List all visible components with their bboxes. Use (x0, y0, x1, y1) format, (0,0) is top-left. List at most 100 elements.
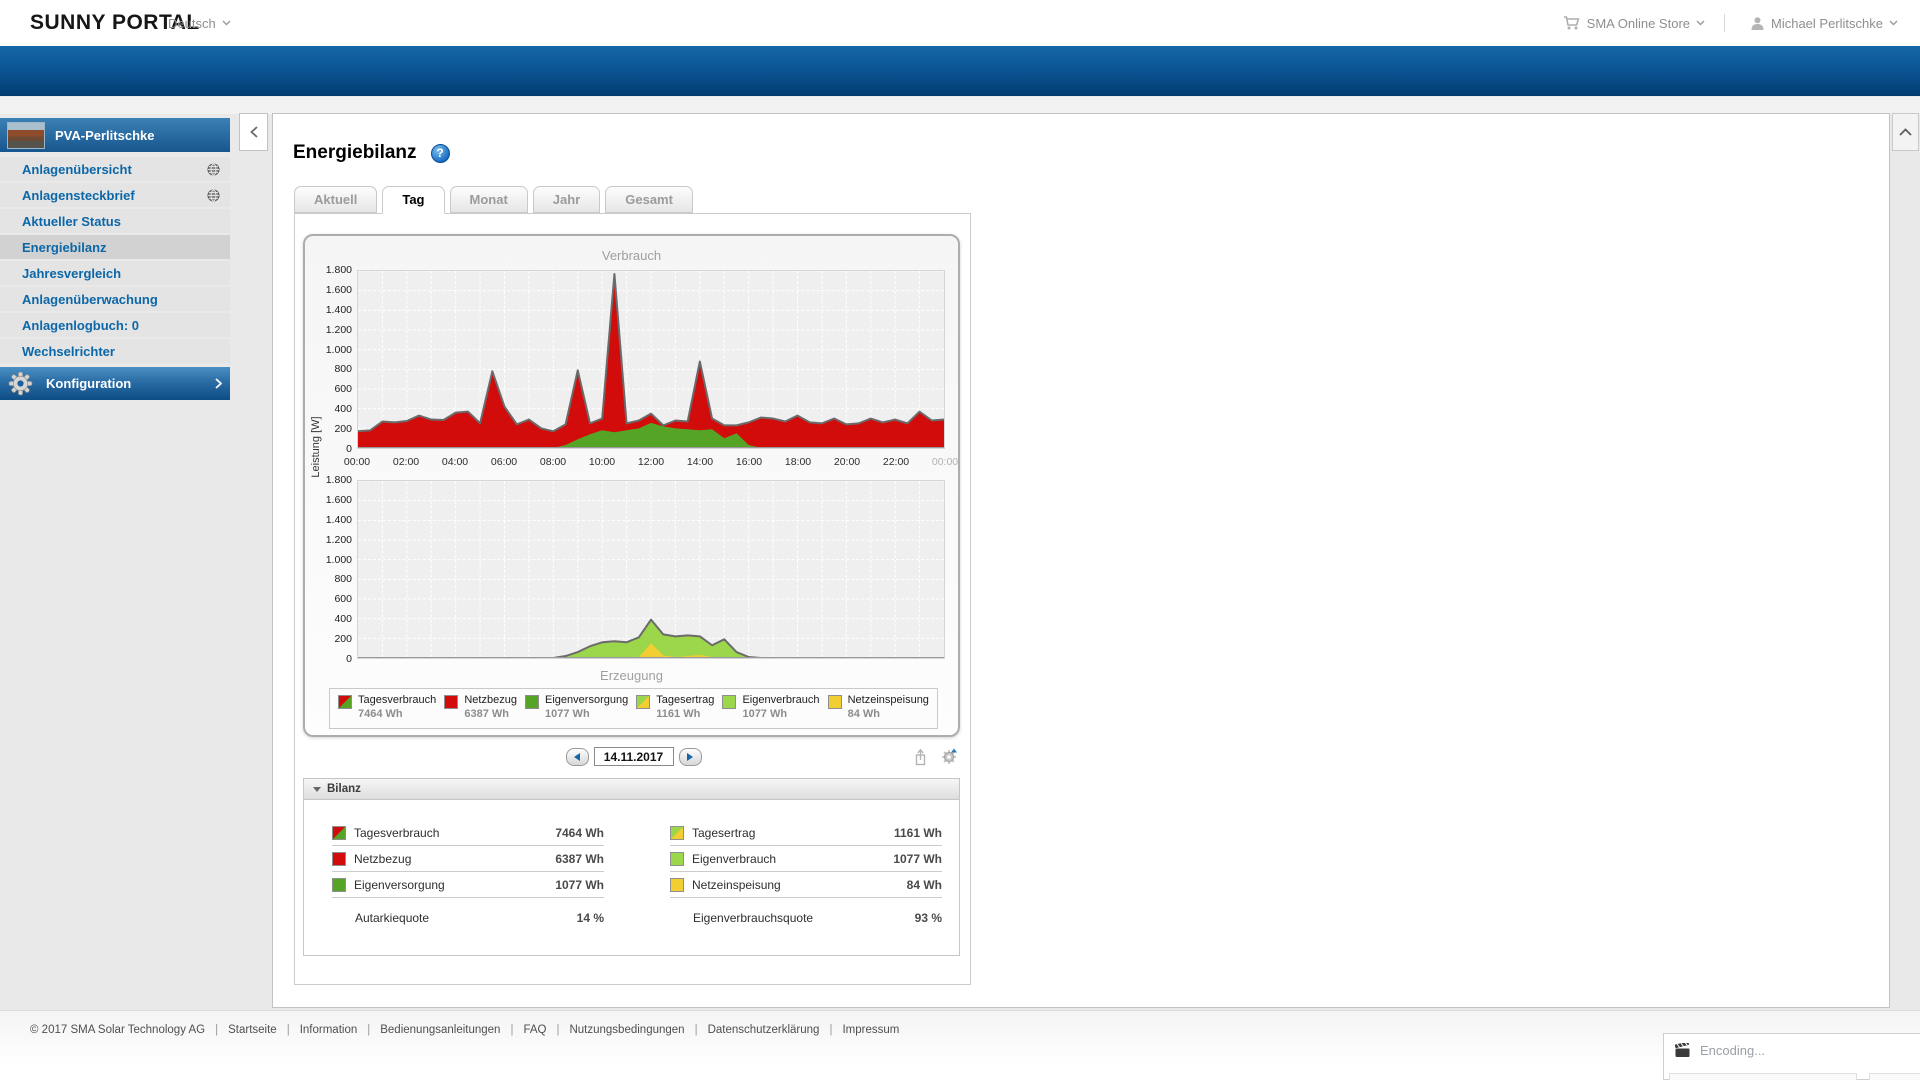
footer-link-bedienungsanleitungen[interactable]: Bedienungsanleitungen (380, 1024, 500, 1036)
language-select[interactable]: Deutsch (168, 0, 231, 46)
date-input[interactable] (593, 747, 674, 766)
encoding-label: Encoding... (1700, 1043, 1766, 1058)
legend-swatch (722, 695, 737, 709)
sidebar: PVA-Perlitschke Anlagenübersicht Anlagens… (0, 114, 230, 400)
tab-aktuell[interactable]: Aktuell (294, 186, 378, 213)
konfiguration-label: Konfiguration (46, 376, 132, 391)
sidebar-item-label: Aktueller Status (22, 213, 121, 229)
y-tick-label: 0 (346, 652, 352, 665)
bilanz-row-eigenverbrauch: Eigenverbrauch 1077 Wh (670, 846, 942, 872)
y-tick-label: 1.600 (325, 493, 352, 506)
bilanz-value: 7464 Wh (555, 825, 604, 840)
autarkiequote-value: 14 % (576, 911, 604, 925)
y-tick-label: 600 (334, 593, 352, 606)
legend-label: Eigenversorgung (545, 694, 629, 706)
collapse-panel-button[interactable] (1892, 113, 1919, 151)
user-icon (1751, 16, 1764, 30)
sidebar-item-label: Wechselrichter (22, 343, 115, 359)
triangle-right-icon (687, 752, 693, 761)
legend-value: 7464 Wh (358, 708, 403, 720)
footer-link-nutzungsbedingungen[interactable]: Nutzungsbedingungen (569, 1024, 684, 1036)
y-tick-label: 1.200 (325, 533, 352, 546)
sidebar-item-energiebilanz[interactable]: Energiebilanz (0, 235, 230, 259)
bilanz-panel: Bilanz Tagesverbrauch 7464 Wh Netzbezug 638… (303, 778, 960, 956)
erzeugung-chart (357, 480, 945, 659)
x-tick-label: 16:00 (735, 456, 763, 468)
legend-label: Tagesverbrauch (358, 694, 437, 706)
x-axis-ticks: 00:00 02:00 04:00 06:00 08:00 10:00 12:00 14:00… (340, 456, 962, 468)
footer: © 2017 SMA Solar Technology AG | Startseit… (0, 1010, 1920, 1080)
bilanz-swatch (670, 825, 684, 840)
sidebar-item-anlagenlogbuch[interactable]: Anlagenlogbuch: 0 (0, 313, 230, 337)
bilanz-value: 6387 Wh (555, 851, 604, 866)
footer-separator: | (215, 1024, 219, 1036)
sidebar-item-konfiguration[interactable]: Konfiguration (0, 367, 230, 400)
x-tick-label: 12:00 (637, 456, 665, 468)
bilanz-value: 1077 Wh (893, 851, 942, 866)
bilanz-header[interactable]: Bilanz (304, 779, 959, 800)
user-name-label: Michael Perlitschke (1771, 15, 1883, 31)
bilanz-label: Tagesverbrauch (354, 825, 440, 840)
sidebar-item-jahresvergleich[interactable]: Jahresvergleich (0, 261, 230, 285)
x-tick-label: 00:00 (931, 456, 959, 468)
bilanz-label: Eigenversorgung (354, 877, 445, 892)
footer-link-impressum[interactable]: Impressum (842, 1024, 899, 1036)
x-tick-label: 08:00 (539, 456, 567, 468)
verbrauch-chart (357, 270, 945, 449)
sidebar-item-aktueller-status[interactable]: Aktueller Status (0, 209, 230, 233)
bilanz-swatch (332, 825, 346, 840)
gear-small-icon (942, 748, 957, 764)
tab-monat[interactable]: Monat (449, 186, 528, 213)
autarkiequote-label: Autarkiequote (355, 911, 430, 925)
tab-bar: Aktuell Tag Monat Jahr Gesamt (294, 186, 693, 214)
clapperboard-icon (1675, 1043, 1690, 1057)
previous-day-button[interactable] (565, 747, 589, 766)
tab-tag[interactable]: Tag (382, 186, 445, 214)
footer-separator: | (556, 1024, 560, 1036)
sidebar-item-wechselrichter[interactable]: Wechselrichter (0, 339, 230, 363)
legend-value: 6387 Wh (464, 708, 509, 720)
x-tick-label: 18:00 (784, 456, 812, 468)
y-tick-label: 0 (346, 442, 352, 455)
encoding-popup-button-1[interactable] (1669, 1073, 1857, 1080)
y-tick-label: 1.600 (325, 283, 352, 296)
export-chart-button[interactable] (915, 748, 932, 771)
next-day-button[interactable] (678, 747, 702, 766)
help-icon[interactable]: ? (430, 143, 450, 163)
y-tick-label: 800 (334, 363, 352, 376)
bilanz-swatch (670, 877, 684, 892)
y-tick-label: 400 (334, 403, 352, 416)
chart-settings-button[interactable] (940, 748, 958, 771)
user-menu[interactable]: Michael Perlitschke (1750, 0, 1898, 46)
footer-separator: | (286, 1024, 290, 1036)
footer-link-faq[interactable]: FAQ (523, 1024, 546, 1036)
eigenverbrauchsquote-label: Eigenverbrauchsquote (693, 911, 814, 925)
encoding-popup-button-2[interactable] (1869, 1073, 1920, 1080)
top-bar: SUNNY PORTAL Deutsch SMA Online Store Mi… (0, 0, 1920, 46)
footer-link-startseite[interactable]: Startseite (228, 1024, 277, 1036)
chevron-left-icon (249, 126, 258, 138)
footer-link-datenschutzerklärung[interactable]: Datenschutzerklärung (708, 1024, 820, 1036)
gear-icon (8, 371, 33, 396)
tab-jahr[interactable]: Jahr (532, 186, 601, 213)
y-tick-label: 400 (334, 613, 352, 626)
chevron-down-icon (1889, 20, 1898, 26)
triangle-up-icon (951, 748, 957, 753)
chart-title-verbrauch: Verbrauch (601, 248, 662, 263)
sidebar-item-anlagensteckbrief[interactable]: Anlagensteckbrief (0, 183, 230, 207)
legend-label: Eigenverbrauch (742, 694, 820, 706)
plant-selector[interactable]: PVA-Perlitschke (0, 118, 230, 152)
y-tick-label: 1.400 (325, 303, 352, 316)
sidebar-item-anlagenuebersicht[interactable]: Anlagenübersicht (0, 157, 230, 181)
sidebar-item-label: Jahresvergleich (22, 265, 122, 281)
y-tick-label: 800 (334, 573, 352, 586)
online-store-menu[interactable]: SMA Online Store (1563, 0, 1705, 46)
eigenverbrauchsquote-row: Eigenverbrauchsquote 93 % (670, 911, 942, 925)
legend-swatch (525, 695, 540, 709)
footer-link-information[interactable]: Information (300, 1024, 358, 1036)
tab-gesamt[interactable]: Gesamt (605, 186, 693, 213)
collapse-sidebar-button[interactable] (239, 113, 268, 151)
header-banner (0, 46, 1920, 96)
x-tick-label: 04:00 (441, 456, 469, 468)
sidebar-item-anlagenueberwachung[interactable]: Anlagenüberwachung (0, 287, 230, 311)
